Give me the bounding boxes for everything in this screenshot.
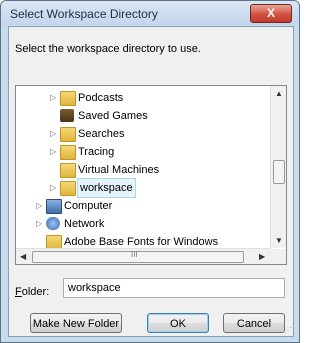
tree-item-label: Searches <box>78 128 125 140</box>
scroll-grip-text: III <box>131 250 138 259</box>
tree-item-label: Saved Games <box>78 110 148 122</box>
scroll-left-icon[interactable]: ◀ <box>20 252 26 261</box>
folder-label: Folder: <box>15 286 49 298</box>
tree-item-label: workspace <box>77 178 136 198</box>
tree-item-label: Network <box>64 218 105 230</box>
expand-arrow-icon[interactable]: ▷ <box>36 215 44 233</box>
saved-games-icon <box>60 109 74 122</box>
scroll-up-icon[interactable]: ▲ <box>275 89 283 98</box>
dialog-window: Select Workspace Directory X Select the … <box>0 0 300 343</box>
tree-item-label: Podcasts <box>78 92 124 104</box>
close-button[interactable]: X <box>250 4 292 23</box>
folder-input[interactable]: workspace <box>63 278 285 298</box>
window-title: Select Workspace Directory <box>10 7 158 21</box>
expand-arrow-icon[interactable]: ▷ <box>50 179 58 197</box>
expand-arrow-icon[interactable]: ▷ <box>36 197 44 215</box>
scroll-right-icon[interactable]: ▶ <box>259 252 265 261</box>
folder-icon <box>60 163 76 178</box>
folder-icon <box>60 91 76 106</box>
folder-tree[interactable]: ▷ Podcasts Saved Games ▷ Searches ▷ Trac… <box>15 85 287 265</box>
resize-grip-icon[interactable]: ⋰ <box>284 326 292 335</box>
dialog-body: Select the workspace directory to use. ▷… <box>8 26 294 337</box>
folder-icon <box>46 235 62 248</box>
vertical-scroll-thumb[interactable] <box>273 160 285 184</box>
tree-item-label: Virtual Machines <box>78 164 160 176</box>
ok-button[interactable]: OK <box>147 313 209 333</box>
horizontal-scrollbar[interactable]: ◀ III ▶ <box>16 248 271 264</box>
folder-icon <box>60 181 76 196</box>
expand-arrow-icon[interactable]: ▷ <box>50 143 58 161</box>
tree-rows: ▷ Podcasts Saved Games ▷ Searches ▷ Trac… <box>16 86 271 248</box>
title-bar[interactable]: Select Workspace Directory X <box>1 1 299 25</box>
cancel-button[interactable]: Cancel <box>223 313 285 333</box>
tree-item-label: Adobe Base Fonts for Windows <box>64 236 219 248</box>
expand-arrow-icon[interactable]: ▷ <box>50 125 58 143</box>
tree-item-label: Tracing <box>78 146 115 158</box>
prompt-text: Select the workspace directory to use. <box>15 43 201 55</box>
network-icon <box>46 217 60 230</box>
computer-icon <box>46 199 62 214</box>
vertical-scrollbar[interactable]: ▲ ▼ <box>270 86 286 248</box>
search-folder-icon <box>60 127 76 142</box>
make-new-folder-button[interactable]: Make New Folder <box>30 313 122 333</box>
folder-label-accelerator: F <box>15 286 22 298</box>
tree-item-label: Computer <box>64 200 113 212</box>
folder-icon <box>60 145 76 160</box>
scroll-down-icon[interactable]: ▼ <box>275 236 283 245</box>
scrollbar-corner <box>271 249 286 264</box>
expand-arrow-icon[interactable]: ▷ <box>50 89 58 107</box>
folder-label-rest: older: <box>21 286 50 298</box>
horizontal-scroll-thumb[interactable]: III <box>32 250 244 263</box>
